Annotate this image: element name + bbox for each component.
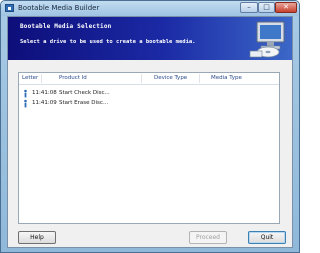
- main-window: Bootable Media Builder – □ ✕ Bootable Me…: [0, 0, 300, 253]
- column-media-type[interactable]: Media Type: [211, 75, 242, 81]
- app-icon: [5, 4, 14, 12]
- column-product-id[interactable]: Product Id: [59, 75, 87, 81]
- row-time: 11:41:08: [32, 90, 57, 96]
- column-device-type[interactable]: Device Type: [154, 75, 187, 81]
- computer-disc-icon: [249, 21, 285, 58]
- drive-list[interactable]: Letter Product Id Device Type Media Type…: [18, 72, 280, 224]
- row-message: Start Erase Disc...: [59, 100, 109, 106]
- banner-title: Bootable Media Selection: [20, 23, 112, 30]
- column-divider: [141, 74, 142, 83]
- client-area: Bootable Media Selection Select a drive …: [7, 16, 293, 248]
- info-icon: [24, 99, 27, 108]
- close-button[interactable]: ✕: [275, 2, 297, 13]
- column-letter[interactable]: Letter: [22, 75, 38, 81]
- list-item[interactable]: 11:41:08 Start Check Disc...: [19, 89, 279, 98]
- banner-subtitle: Select a drive to be used to create a bo…: [20, 39, 196, 45]
- proceed-button[interactable]: Proceed: [189, 231, 227, 244]
- quit-button[interactable]: Quit: [248, 231, 286, 244]
- list-item[interactable]: 11:41:09 Start Erase Disc...: [19, 99, 279, 108]
- column-divider: [41, 74, 42, 83]
- window-title: Bootable Media Builder: [18, 4, 100, 12]
- column-divider: [199, 74, 200, 83]
- banner: Bootable Media Selection Select a drive …: [8, 17, 292, 60]
- row-message: Start Check Disc...: [59, 90, 110, 96]
- info-icon: [24, 89, 27, 98]
- maximize-button[interactable]: □: [258, 2, 275, 13]
- minimize-button[interactable]: –: [240, 2, 258, 13]
- help-button[interactable]: Help: [18, 231, 56, 244]
- title-bar[interactable]: Bootable Media Builder – □ ✕: [1, 1, 299, 16]
- list-header: Letter Product Id Device Type Media Type: [19, 73, 279, 85]
- row-time: 11:41:09: [32, 100, 57, 106]
